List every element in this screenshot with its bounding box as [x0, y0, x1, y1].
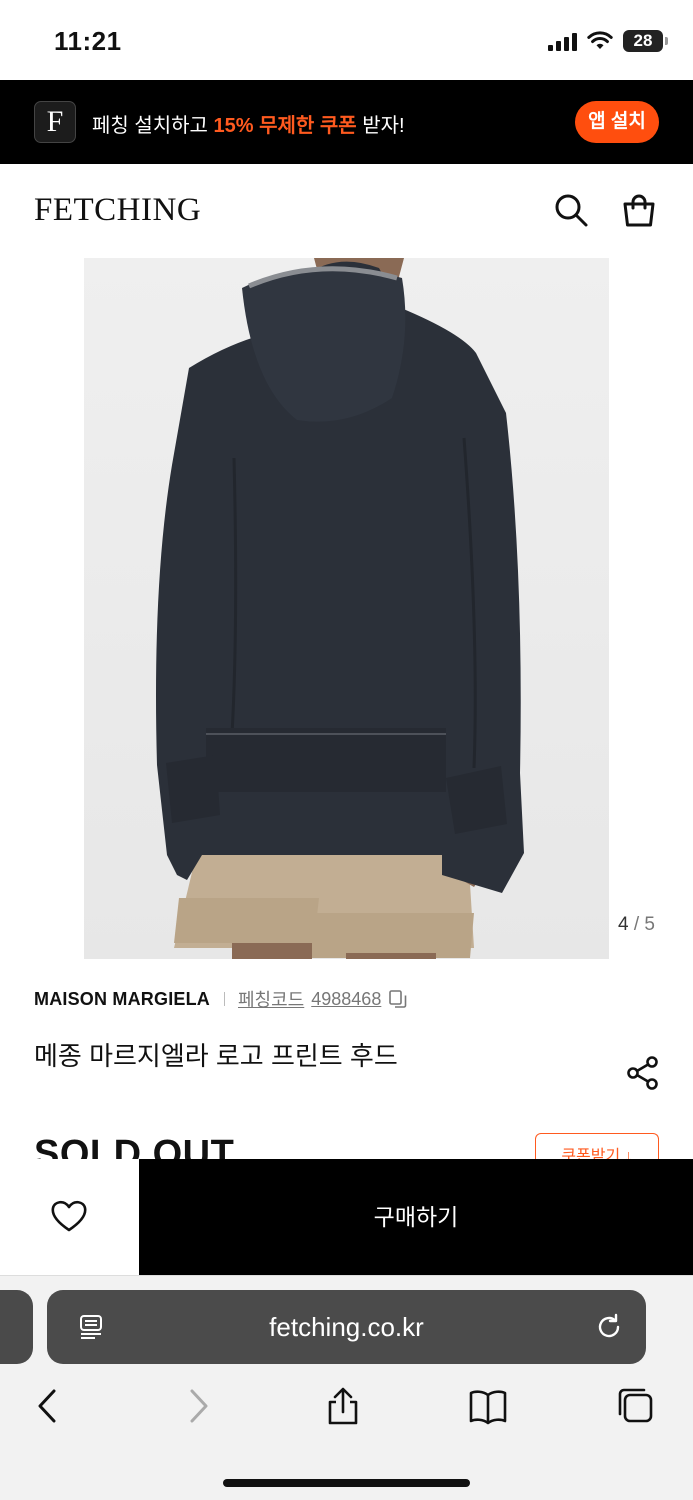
app-install-banner: F 페칭 설치하고 15% 무제한 쿠폰 받자! 앱 설치	[0, 80, 693, 164]
copy-icon[interactable]	[388, 989, 408, 1009]
forward-icon[interactable]	[178, 1386, 218, 1426]
status-icons: 28	[548, 30, 668, 52]
product-image[interactable]	[84, 258, 609, 959]
address-bar[interactable]: fetching.co.kr	[47, 1290, 646, 1364]
install-app-button[interactable]: 앱 설치	[575, 101, 659, 143]
promo-text: 페칭 설치하고 15% 무제한 쿠폰 받자!	[92, 109, 405, 138]
promo-highlight: 15% 무제한 쿠폰	[213, 115, 357, 137]
share-sheet-icon[interactable]	[323, 1386, 363, 1426]
wifi-icon	[587, 31, 613, 49]
status-time: 11:21	[54, 26, 122, 56]
wishlist-button[interactable]	[0, 1159, 139, 1275]
search-icon[interactable]	[553, 192, 589, 228]
divider	[224, 992, 225, 1006]
promo-text-before: 페칭 설치하고	[92, 115, 214, 137]
home-indicator	[223, 1479, 470, 1487]
purchase-bar: 구매하기	[0, 1159, 693, 1275]
image-counter: 4 / 5	[618, 914, 655, 936]
image-separator: /	[633, 914, 640, 935]
tabs-icon[interactable]	[616, 1386, 656, 1426]
battery-icon: 28	[623, 30, 668, 52]
previous-tab-preview[interactable]	[0, 1290, 33, 1364]
back-icon[interactable]	[28, 1386, 68, 1426]
url-text: fetching.co.kr	[269, 1312, 424, 1342]
status-bar: 11:21 28	[0, 0, 693, 80]
promo-text-after: 받자!	[356, 115, 405, 137]
sold-out-label: SOLD OUT	[34, 1133, 235, 1160]
product-title: 메종 마르지엘라 로고 프린트 후드	[34, 1041, 398, 1071]
fetching-code-value: 4988468	[311, 988, 382, 1009]
bookmarks-icon[interactable]	[468, 1386, 508, 1426]
site-header: FETCHING	[0, 164, 693, 258]
get-coupon-button[interactable]: 쿠폰받기 ↓	[535, 1133, 659, 1160]
fetching-app-logo: F	[34, 101, 76, 143]
shopping-bag-icon[interactable]	[621, 192, 657, 228]
site-logo[interactable]: FETCHING	[34, 192, 201, 229]
image-total: 5	[644, 914, 655, 935]
brand-name[interactable]: MAISON MARGIELA	[34, 989, 210, 1010]
brand-row: MAISON MARGIELA 페칭코드 4988468	[34, 986, 408, 1012]
browser-bottom-bar: fetching.co.kr	[0, 1275, 693, 1500]
buy-button[interactable]: 구매하기	[139, 1159, 693, 1275]
fetching-code-label: 페칭코드	[238, 990, 305, 1010]
signal-icon	[548, 31, 577, 51]
reload-icon[interactable]	[594, 1312, 624, 1342]
image-index: 4	[618, 914, 629, 935]
heart-icon	[51, 1200, 87, 1232]
share-icon[interactable]	[625, 1055, 661, 1091]
product-photo	[84, 258, 609, 959]
